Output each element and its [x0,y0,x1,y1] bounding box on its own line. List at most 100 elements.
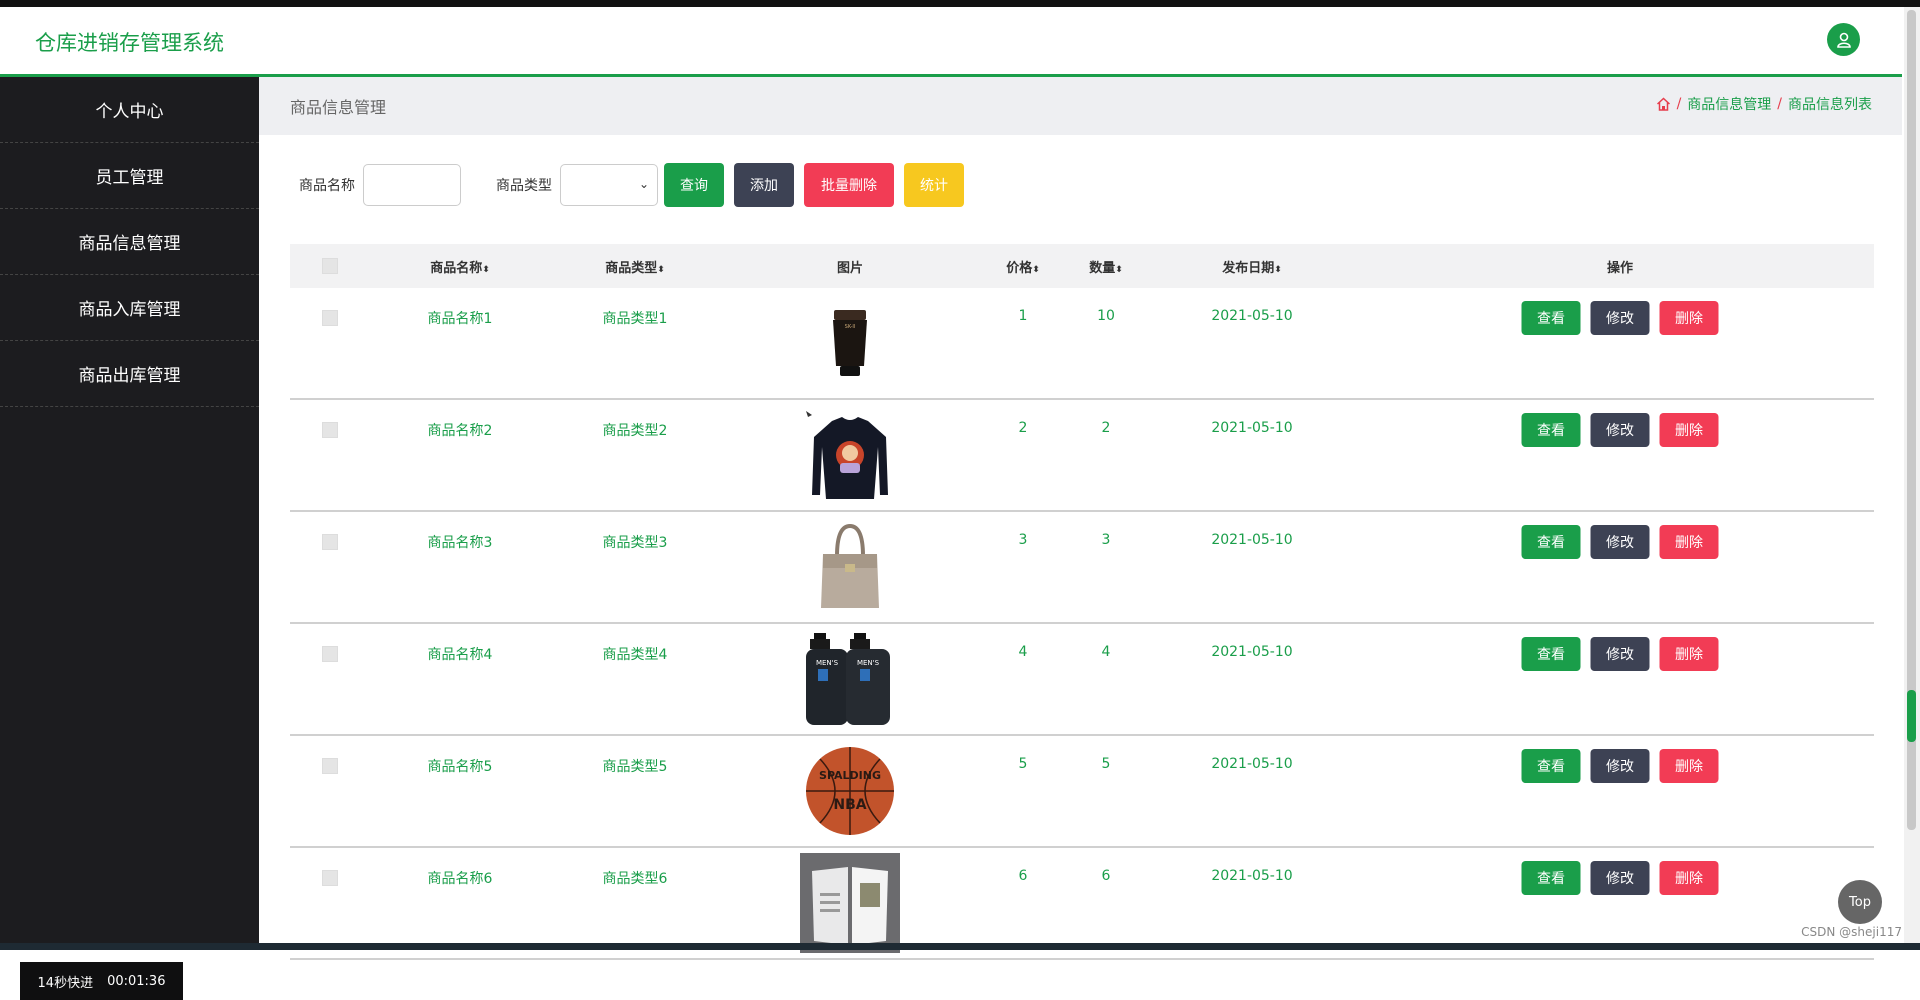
page-header-bar: 商品信息管理 / 商品信息管理 / 商品信息列表 [259,77,1902,135]
scroll-position-indicator [1907,690,1916,742]
edit-button[interactable]: 修改 [1590,861,1650,895]
delete-button[interactable]: 删除 [1659,749,1719,783]
query-button[interactable]: 查询 [664,163,724,207]
breadcrumb-item-product-info[interactable]: 商品信息管理 [1687,94,1771,114]
select-all-checkbox[interactable] [322,258,338,274]
search-bar: 商品名称 商品类型 ⌄ 查询 添加 批量删除 统计 [299,163,964,207]
breadcrumb-item-product-list[interactable]: 商品信息列表 [1788,94,1872,114]
column-header-name-label: 商品名称 [430,261,483,276]
app-title: 仓库进销存管理系统 [35,31,224,55]
view-button[interactable]: 查看 [1521,413,1581,447]
svg-text:MEN'S: MEN'S [816,659,839,667]
sidebar-item-product-info[interactable]: 商品信息管理 [0,209,259,275]
edit-button[interactable]: 修改 [1590,301,1650,335]
page-title: 商品信息管理 [290,98,387,117]
row-checkbox[interactable] [322,870,338,886]
row-actions: 查看 修改 删除 [1521,637,1719,671]
playback-time: 00:01:36 [107,973,166,989]
breadcrumb: / 商品信息管理 / 商品信息列表 [1656,94,1872,114]
delete-button[interactable]: 删除 [1659,301,1719,335]
cell-date: 2021-05-10 [1211,868,1293,884]
svg-text:SK-II: SK-II [845,324,856,330]
delete-button[interactable]: 删除 [1659,413,1719,447]
view-button[interactable]: 查看 [1521,861,1581,895]
cell-name: 商品名称6 [427,871,493,887]
cell-type: 商品类型4 [602,647,668,663]
product-name-input[interactable] [363,164,461,206]
row-checkbox[interactable] [322,534,338,550]
column-header-qty[interactable]: 数量⬍ [1089,257,1123,276]
view-button[interactable]: 查看 [1521,525,1581,559]
cell-price: 2 [1018,420,1028,436]
sort-icon: ⬍ [1274,265,1282,275]
edit-button[interactable]: 修改 [1590,413,1650,447]
table-header: 商品名称⬍ 商品类型⬍ 图片 价格⬍ 数量⬍ 发布日期⬍ 操作 [290,244,1874,288]
cell-type: 商品类型3 [602,535,668,551]
add-button[interactable]: 添加 [734,163,794,207]
table-row: 商品名称3 商品类型3 3 3 2021-05-10 查看 修改 删除 [290,512,1874,624]
view-button[interactable]: 查看 [1521,637,1581,671]
taskbar-strip [0,943,1920,950]
cell-price: 6 [1018,868,1028,884]
main-content: 商品信息管理 / 商品信息管理 / 商品信息列表 商品名称 商品类型 ⌄ 查询 … [259,77,1902,960]
row-checkbox[interactable] [322,646,338,662]
cell-type: 商品类型5 [602,759,668,775]
delete-button[interactable]: 删除 [1659,525,1719,559]
cell-name: 商品名称4 [427,647,493,663]
column-header-image: 图片 [836,261,864,276]
column-header-name[interactable]: 商品名称⬍ [430,257,490,276]
row-checkbox[interactable] [322,422,338,438]
edit-button[interactable]: 修改 [1590,525,1650,559]
cell-name: 商品名称3 [427,535,493,551]
column-header-date-label: 发布日期 [1222,261,1275,276]
cell-price: 3 [1018,532,1028,548]
column-header-price[interactable]: 价格⬍ [1006,257,1040,276]
row-actions: 查看 修改 删除 [1521,525,1719,559]
table-row: 商品名称1 商品类型1 SK-II 1 10 2021-05-10 查看 修改 … [290,288,1874,400]
row-checkbox[interactable] [322,758,338,774]
product-type-select[interactable]: ⌄ [560,164,658,206]
product-name-label: 商品名称 [299,178,355,194]
column-header-type[interactable]: 商品类型⬍ [605,257,665,276]
home-icon[interactable] [1656,97,1671,111]
sort-icon: ⬍ [1115,265,1123,275]
edit-button[interactable]: 修改 [1590,749,1650,783]
cell-date: 2021-05-10 [1211,308,1293,324]
sidebar-item-personal-center[interactable]: 个人中心 [0,77,259,143]
row-checkbox[interactable] [322,310,338,326]
edit-button[interactable]: 修改 [1590,637,1650,671]
sidebar-item-employee[interactable]: 员工管理 [0,143,259,209]
cell-qty: 5 [1101,756,1111,772]
delete-button[interactable]: 删除 [1659,861,1719,895]
user-icon [1836,32,1851,48]
cell-qty: 4 [1101,644,1111,660]
playback-timer: 14秒快进 00:01:36 [20,962,183,1000]
breadcrumb-separator: / [1676,96,1682,112]
row-actions: 查看 修改 删除 [1521,301,1719,335]
table-row: 商品名称4 商品类型4 MEN'S MEN'S 4 4 2021-05-10 查看… [290,624,1874,736]
product-image-basketball: SPALDING NBA [800,747,900,835]
watermark: CSDN @sheji117 [1801,925,1902,939]
view-button[interactable]: 查看 [1521,301,1581,335]
chevron-down-icon: ⌄ [638,177,649,191]
product-image-handbag [800,523,900,608]
cell-qty: 2 [1101,420,1111,436]
column-header-date[interactable]: 发布日期⬍ [1222,257,1282,276]
stats-button[interactable]: 统计 [904,163,964,207]
cell-qty: 3 [1101,532,1111,548]
cell-price: 5 [1018,756,1028,772]
sidebar-item-stock-out[interactable]: 商品出库管理 [0,341,259,407]
sidebar-item-stock-in[interactable]: 商品入库管理 [0,275,259,341]
back-to-top-button[interactable]: Top [1838,880,1882,924]
batch-delete-button[interactable]: 批量删除 [804,163,894,207]
delete-button[interactable]: 删除 [1659,637,1719,671]
view-button[interactable]: 查看 [1521,749,1581,783]
sort-icon: ⬍ [1032,265,1040,275]
svg-text:MEN'S: MEN'S [857,659,880,667]
column-header-type-label: 商品类型 [605,261,658,276]
product-type-label: 商品类型 [496,178,552,194]
cell-name: 商品名称5 [427,759,493,775]
breadcrumb-separator: / [1777,96,1782,112]
user-avatar[interactable] [1827,23,1860,56]
sort-icon: ⬍ [482,265,490,275]
